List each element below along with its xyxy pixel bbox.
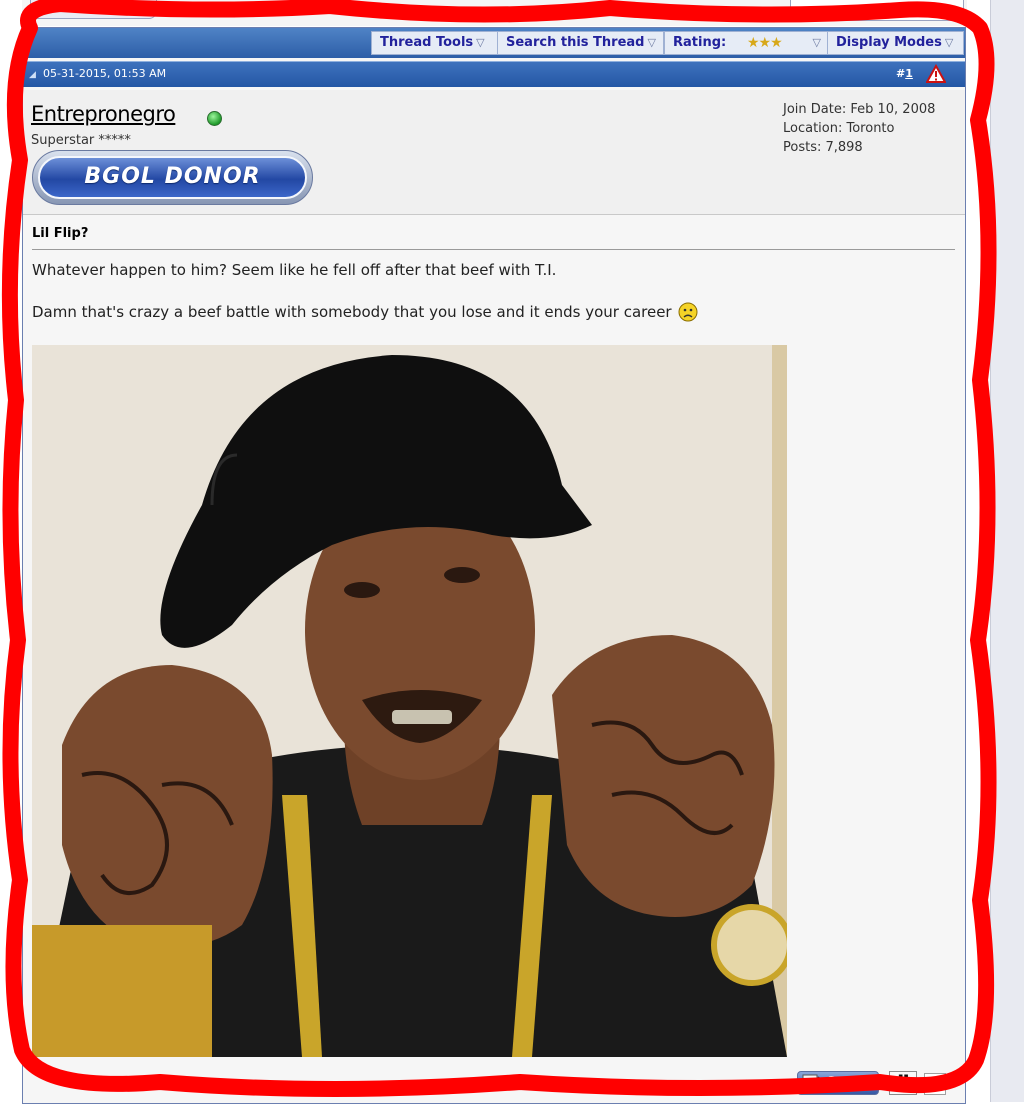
rating-stars-icon: ★★★ xyxy=(747,35,783,51)
user-title: Superstar ***** xyxy=(31,133,131,148)
post-number: 1 xyxy=(905,67,913,80)
header-box[interactable] xyxy=(790,0,964,21)
post-body-line-1: Whatever happen to him? Seem like he fel… xyxy=(32,261,557,279)
online-status-icon xyxy=(207,111,222,126)
title-divider xyxy=(32,249,955,250)
user-stats: Join Date: Feb 10, 2008 Location: Toront… xyxy=(783,100,935,157)
donor-badge-label: BGOL DONOR xyxy=(38,156,307,199)
rating-label: Rating: xyxy=(673,35,727,50)
thread-tools-label: Thread Tools xyxy=(380,35,474,50)
chevron-down-icon: ▽ xyxy=(476,36,485,49)
post-body-line-2: Damn that's crazy a beef battle with som… xyxy=(32,302,698,322)
post-date: 05-31-2015, 01:53 AM xyxy=(43,67,167,80)
donor-badge: BGOL DONOR xyxy=(32,150,313,205)
user-info-panel: Entrepronegro Superstar ***** BGOL DONOR… xyxy=(23,90,965,215)
search-thread-label: Search this Thread xyxy=(506,35,645,50)
post-number-prefix: # xyxy=(896,67,906,80)
quote-button[interactable]: Quote xyxy=(797,1071,879,1095)
rating-menu[interactable]: Rating: ★★★ ▽ xyxy=(664,31,828,55)
quick-reply-button[interactable] xyxy=(924,1073,946,1095)
chevron-down-icon: ▽ xyxy=(647,36,656,49)
display-modes-menu[interactable]: Display Modes ▽ xyxy=(827,31,964,55)
thread-tools-menu[interactable]: Thread Tools ▽ xyxy=(371,31,498,55)
post-title: Lil Flip? xyxy=(32,226,89,241)
display-modes-label: Display Modes xyxy=(836,35,942,50)
chevron-down-icon: ▽ xyxy=(812,36,821,49)
post-icon: ◢ xyxy=(29,70,36,80)
page-scrollbar-gutter[interactable] xyxy=(990,0,1024,1102)
multiquote-button[interactable]: ” xyxy=(889,1071,917,1097)
post-photo[interactable] xyxy=(32,345,787,1057)
post-body-line-2-text: Damn that's crazy a beef battle with som… xyxy=(32,303,672,321)
quote-button-label: Quote xyxy=(826,1075,871,1090)
post-actions: Quote ” xyxy=(23,1057,965,1103)
frown-smiley-icon xyxy=(678,302,698,322)
post-number-link[interactable]: #1 xyxy=(896,67,913,80)
post-count: Posts: 7,898 xyxy=(783,140,863,155)
chevron-down-icon: ▽ xyxy=(944,36,954,49)
search-thread-menu[interactable]: Search this Thread ▽ xyxy=(497,31,664,55)
person-photo-illustration xyxy=(32,345,787,1057)
post-content: Lil Flip? Whatever happen to him? Seem l… xyxy=(23,215,965,1103)
username-link[interactable]: Entrepronegro xyxy=(31,102,176,126)
location: Location: Toronto xyxy=(783,121,895,136)
header-tab[interactable] xyxy=(30,0,157,19)
multiquote-icon: ” xyxy=(895,1072,911,1097)
forum-post: Thread Tools ▽ Search this Thread ▽ Rating… xyxy=(22,27,966,1104)
join-date: Join Date: Feb 10, 2008 xyxy=(783,102,936,117)
report-post-icon[interactable] xyxy=(926,64,946,84)
thread-toolbar: Thread Tools ▽ Search this Thread ▽ Rating… xyxy=(23,28,965,58)
quote-paper-icon xyxy=(802,1074,820,1092)
post-date-bar: ◢ 05-31-2015, 01:53 AM #1 xyxy=(23,61,965,87)
